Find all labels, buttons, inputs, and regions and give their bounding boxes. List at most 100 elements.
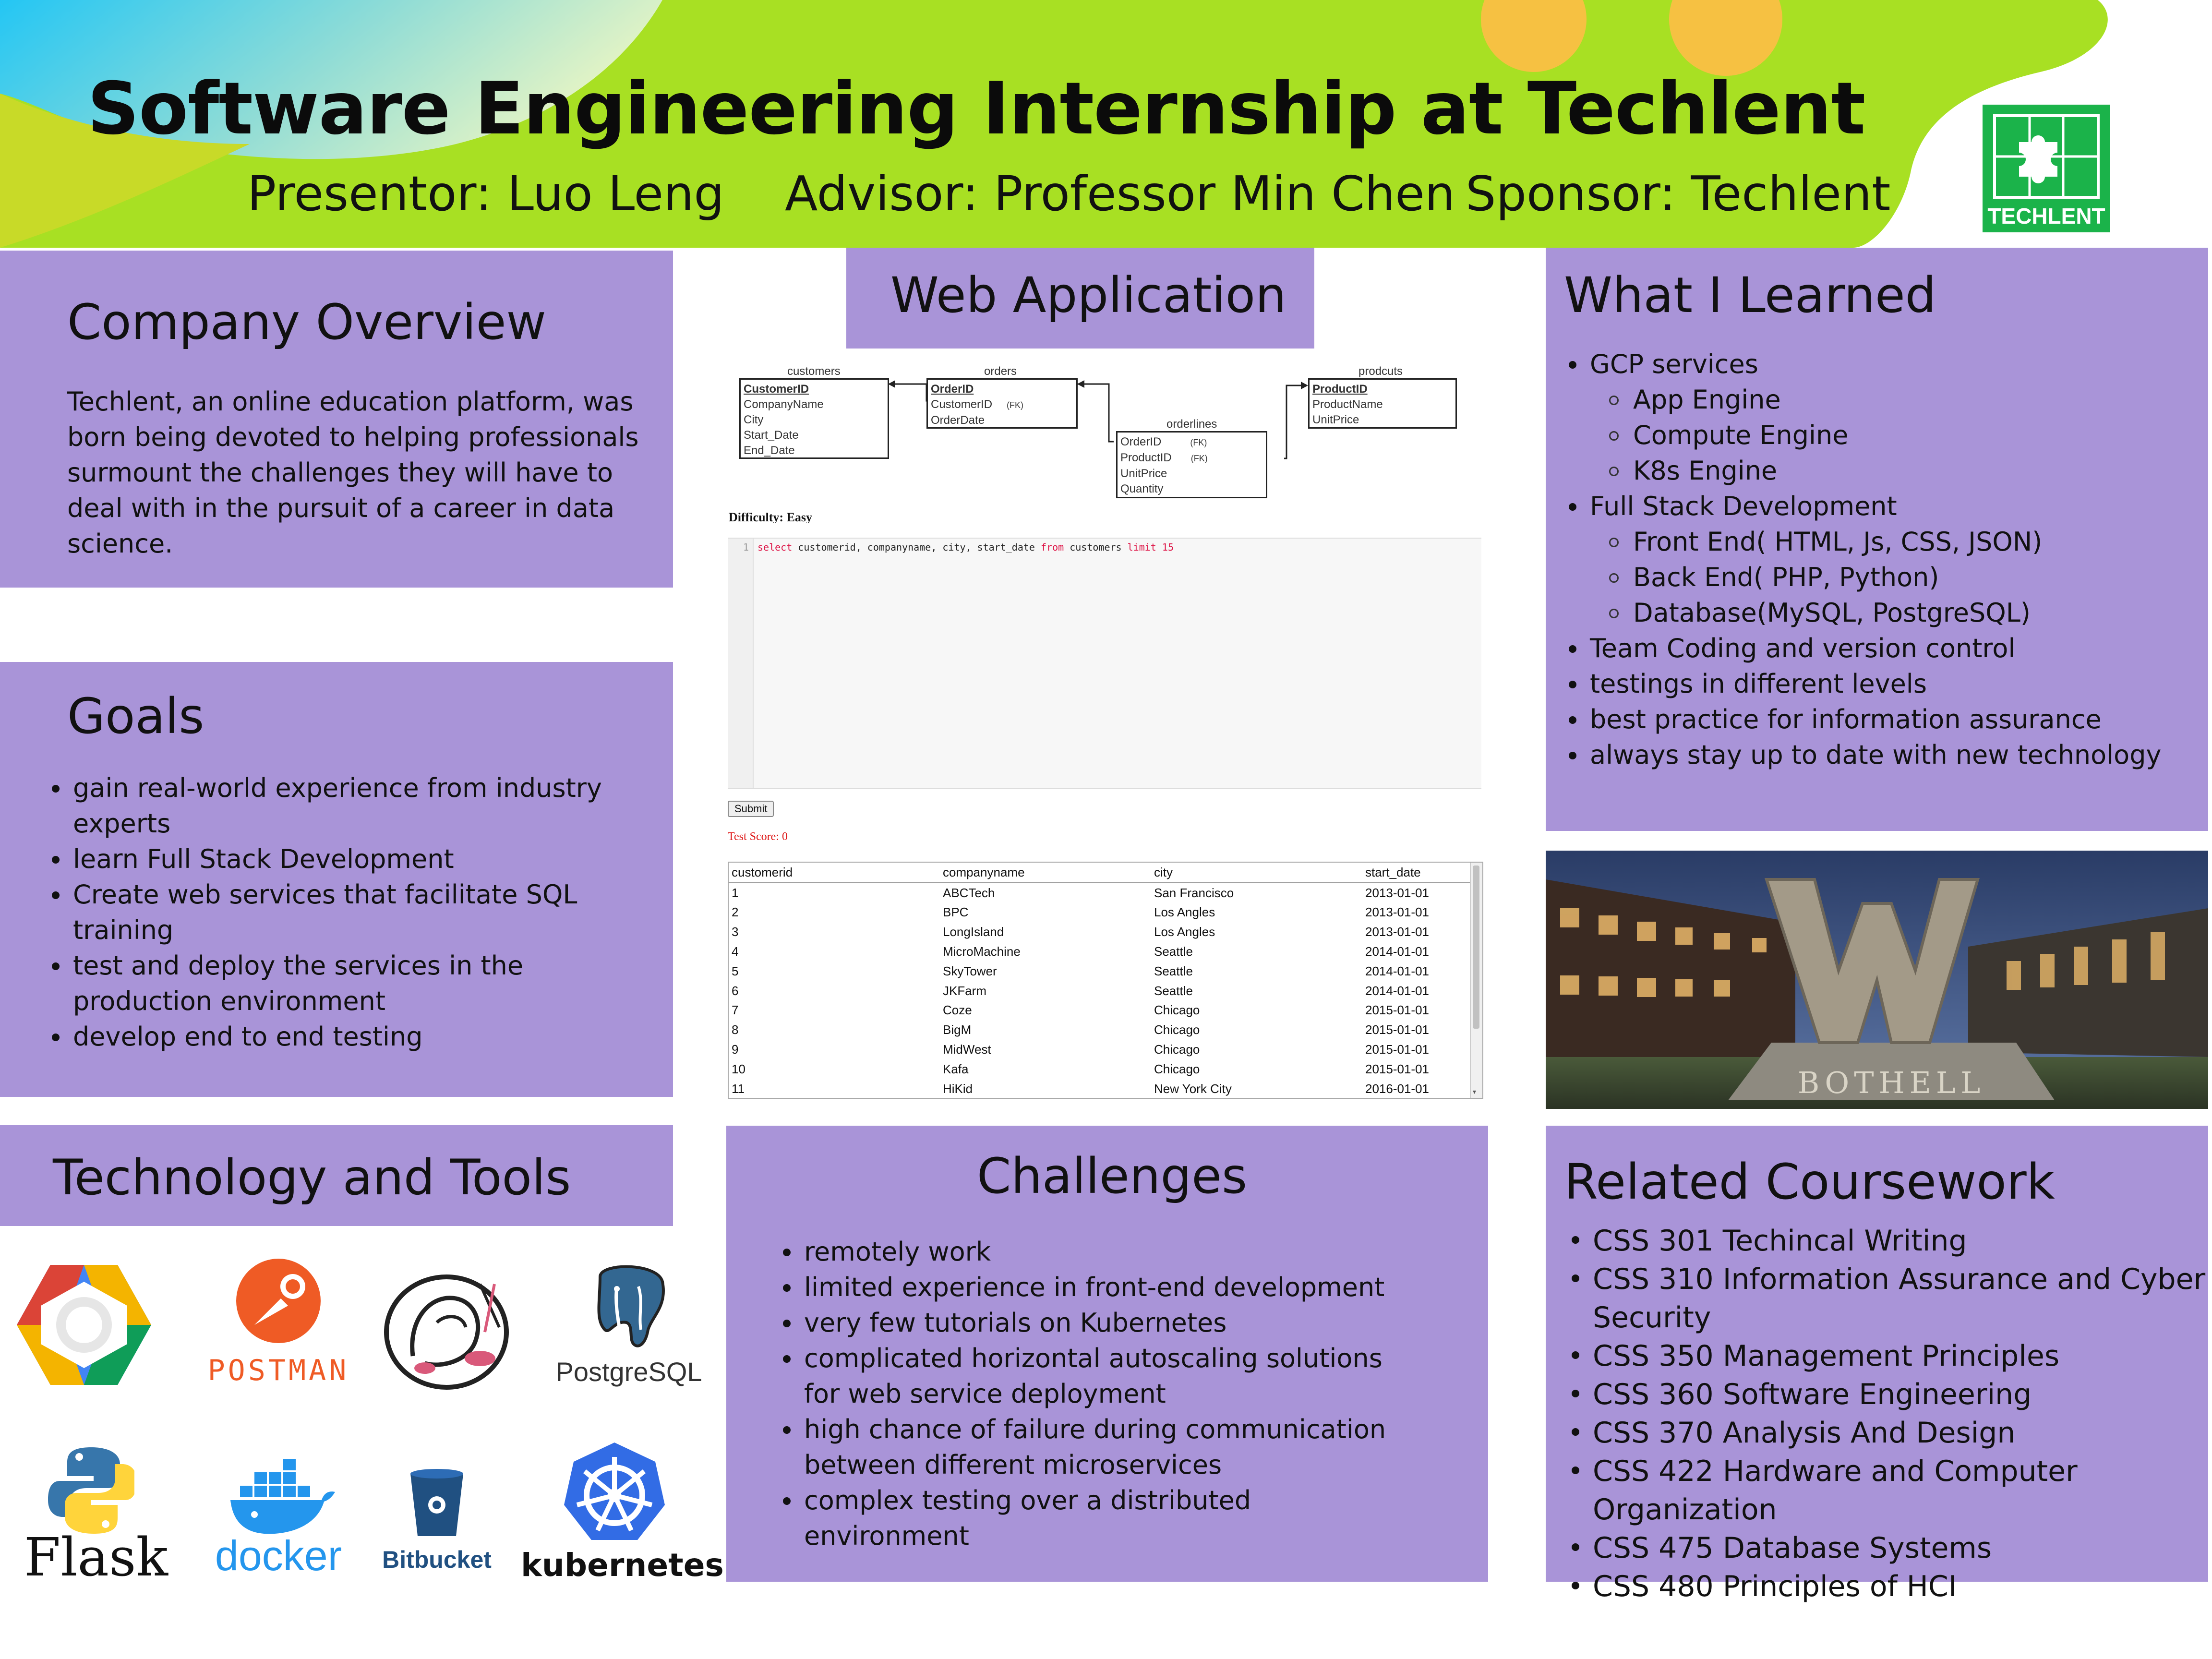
coursework-title: Related Coursework bbox=[1564, 1154, 2055, 1211]
list-item: limited experience in front-end developm… bbox=[779, 1270, 1418, 1305]
flask-label: Flask bbox=[24, 1527, 168, 1588]
table-cell: 2015-01-01 bbox=[1365, 1003, 1429, 1018]
er-field: CompanyName bbox=[744, 398, 824, 411]
table-row: 1 ABCTech San Francisco 2013-01-01 bbox=[729, 883, 1470, 903]
learned-panel: What I Learned GCP services App Engine C… bbox=[1546, 248, 2208, 831]
table-cell: 9 bbox=[732, 1042, 739, 1057]
poster-title: Software Engineering Internship at Techl… bbox=[87, 67, 1865, 151]
table-row: 6 JKFarm Seattle 2014-01-01 bbox=[729, 981, 1470, 1001]
test-score-text: Test Score: 0 bbox=[728, 830, 788, 843]
presenter-text: Presentor: Luo Leng bbox=[247, 166, 724, 222]
bothell-w-sculpture-image: BOTHELL bbox=[1546, 851, 2208, 1109]
table-header-row: customerid companyname city start_date bbox=[729, 863, 1470, 883]
sql-editor[interactable]: 1 select customerid, companyname, city, … bbox=[728, 538, 1481, 789]
postman-label: POSTMAN bbox=[207, 1354, 349, 1387]
er-customers-table: CustomerID CompanyName City Start_Date E… bbox=[739, 378, 889, 459]
list-item: remotely work bbox=[779, 1234, 1418, 1270]
submit-button[interactable]: Submit bbox=[728, 801, 774, 817]
table-cell: 1 bbox=[732, 885, 739, 900]
list-item: CSS 475 Database Systems bbox=[1568, 1529, 2206, 1567]
table-row: 10 Kafa Chicago 2015-01-01 bbox=[729, 1059, 1470, 1079]
challenges-title: Challenges bbox=[977, 1148, 1248, 1205]
sql-query[interactable]: select customerid, companyname, city, st… bbox=[757, 541, 1174, 553]
er-field: Start_Date bbox=[744, 429, 799, 442]
list-item: CSS 360 Software Engineering bbox=[1568, 1375, 2206, 1414]
sqlalchemy-icon bbox=[384, 1274, 509, 1390]
table-cell: LongIsland bbox=[943, 925, 1004, 939]
table-row: 3 LongIsland Los Angles 2013-01-01 bbox=[729, 922, 1470, 942]
table-cell: Seattle bbox=[1154, 944, 1193, 959]
table-cell: Los Angles bbox=[1154, 925, 1215, 939]
bitbucket-label: Bitbucket bbox=[382, 1546, 492, 1573]
er-field: End_Date bbox=[744, 444, 795, 457]
list-item: CSS 310 Information Assurance and Cyber … bbox=[1568, 1260, 2206, 1337]
list-item: testings in different levels bbox=[1565, 666, 2203, 702]
table-cell: 2014-01-01 bbox=[1365, 944, 1429, 959]
company-overview-text: Techlent, an online education platform, … bbox=[67, 386, 639, 559]
table-cell: 2 bbox=[732, 905, 739, 920]
docker-icon bbox=[230, 1459, 335, 1534]
table-cell: SkyTower bbox=[943, 963, 997, 978]
sub-list-item: Front End( HTML, Js, CSS, JSON) bbox=[1565, 524, 2203, 560]
table-cell: 2014-01-01 bbox=[1365, 983, 1429, 998]
table-cell: New York City bbox=[1154, 1081, 1232, 1096]
table-cell: 5 bbox=[732, 963, 739, 978]
table-cell: Chicago bbox=[1154, 1003, 1200, 1018]
list-item: always stay up to date with new technolo… bbox=[1565, 737, 2203, 773]
column-header: start_date bbox=[1362, 863, 1470, 883]
result-table: customerid companyname city start_date 1… bbox=[729, 863, 1470, 1098]
list-item: learn Full Stack Development bbox=[48, 842, 653, 877]
table-cell: 2015-01-01 bbox=[1365, 1061, 1429, 1076]
list-item: CSS 301 Techincal Writing bbox=[1568, 1222, 2206, 1260]
er-field: ProductName bbox=[1312, 398, 1383, 411]
table-cell: Kafa bbox=[943, 1061, 969, 1076]
list-item: Full Stack Development bbox=[1565, 489, 2203, 524]
poster-header: Software Engineering Internship at Techl… bbox=[0, 0, 2212, 248]
technology-panel: Technology and Tools bbox=[0, 1125, 673, 1226]
techlent-logo: TECHLENT bbox=[1983, 105, 2110, 232]
result-scrollbar[interactable]: ▾ bbox=[1470, 863, 1482, 1098]
list-item: GCP services bbox=[1565, 347, 2203, 382]
list-item: CSS 422 Hardware and Computer Organizati… bbox=[1568, 1452, 2206, 1529]
er-field: City bbox=[744, 413, 764, 426]
table-cell: 2014-01-01 bbox=[1365, 963, 1429, 978]
bitbucket-logo: Bitbucket bbox=[379, 1469, 494, 1589]
kubernetes-logo: kubernetes bbox=[521, 1440, 724, 1594]
column-header: city bbox=[1151, 863, 1362, 883]
er-field: OrderDate bbox=[931, 414, 985, 427]
er-field: ProductID bbox=[1312, 383, 1368, 396]
logo-text: TECHLENT bbox=[1987, 204, 2105, 228]
table-row: 11 HiKid New York City 2016-01-01 bbox=[729, 1079, 1470, 1098]
table-row: 7 Coze Chicago 2015-01-01 bbox=[729, 1001, 1470, 1021]
table-cell: 2016-01-01 bbox=[1365, 1081, 1429, 1096]
goals-list: gain real-world experience from industry… bbox=[48, 770, 653, 1055]
er-field: CustomerID (FK) bbox=[931, 398, 1024, 411]
er-customers-label: customers bbox=[787, 365, 841, 378]
postgresql-label: PostgreSQL bbox=[555, 1357, 702, 1387]
line-number: 1 bbox=[743, 541, 749, 553]
list-item: develop end to end testing bbox=[48, 1019, 653, 1055]
table-cell: 2015-01-01 bbox=[1365, 1022, 1429, 1037]
web-app-title-box: Web Application bbox=[846, 248, 1314, 349]
er-field: Quantity bbox=[1120, 482, 1164, 495]
table-row: 4 MicroMachine Seattle 2014-01-01 bbox=[729, 942, 1470, 962]
scroll-down-icon[interactable]: ▾ bbox=[1473, 1088, 1476, 1096]
list-item: CSS 370 Analysis And Design bbox=[1568, 1414, 2206, 1452]
list-item: Team Coding and version control bbox=[1565, 631, 2203, 666]
er-products-table: ProductID ProductName UnitPrice bbox=[1308, 378, 1457, 429]
column-header: customerid bbox=[729, 863, 940, 883]
scrollbar-thumb[interactable] bbox=[1473, 866, 1479, 1029]
challenges-panel: Challenges remotely work limited experie… bbox=[726, 1126, 1488, 1582]
kubernetes-label: kubernetes bbox=[521, 1547, 724, 1584]
table-cell: Los Angles bbox=[1154, 905, 1215, 920]
table-cell: Coze bbox=[943, 1003, 972, 1018]
table-cell: 2013-01-01 bbox=[1365, 925, 1429, 939]
table-cell: MicroMachine bbox=[943, 944, 1021, 959]
company-overview-panel: Company Overview Techlent, an online edu… bbox=[0, 251, 673, 588]
table-row: 9 MidWest Chicago 2015-01-01 bbox=[729, 1040, 1470, 1059]
advisor-text: Advisor: Professor Min Chen bbox=[785, 166, 1455, 222]
table-cell: Chicago bbox=[1154, 1042, 1200, 1057]
result-table-container: customerid companyname city start_date 1… bbox=[728, 862, 1483, 1099]
table-cell: Chicago bbox=[1154, 1061, 1200, 1076]
web-app-screenshot: customers CustomerID CompanyName City St… bbox=[720, 355, 1498, 1104]
